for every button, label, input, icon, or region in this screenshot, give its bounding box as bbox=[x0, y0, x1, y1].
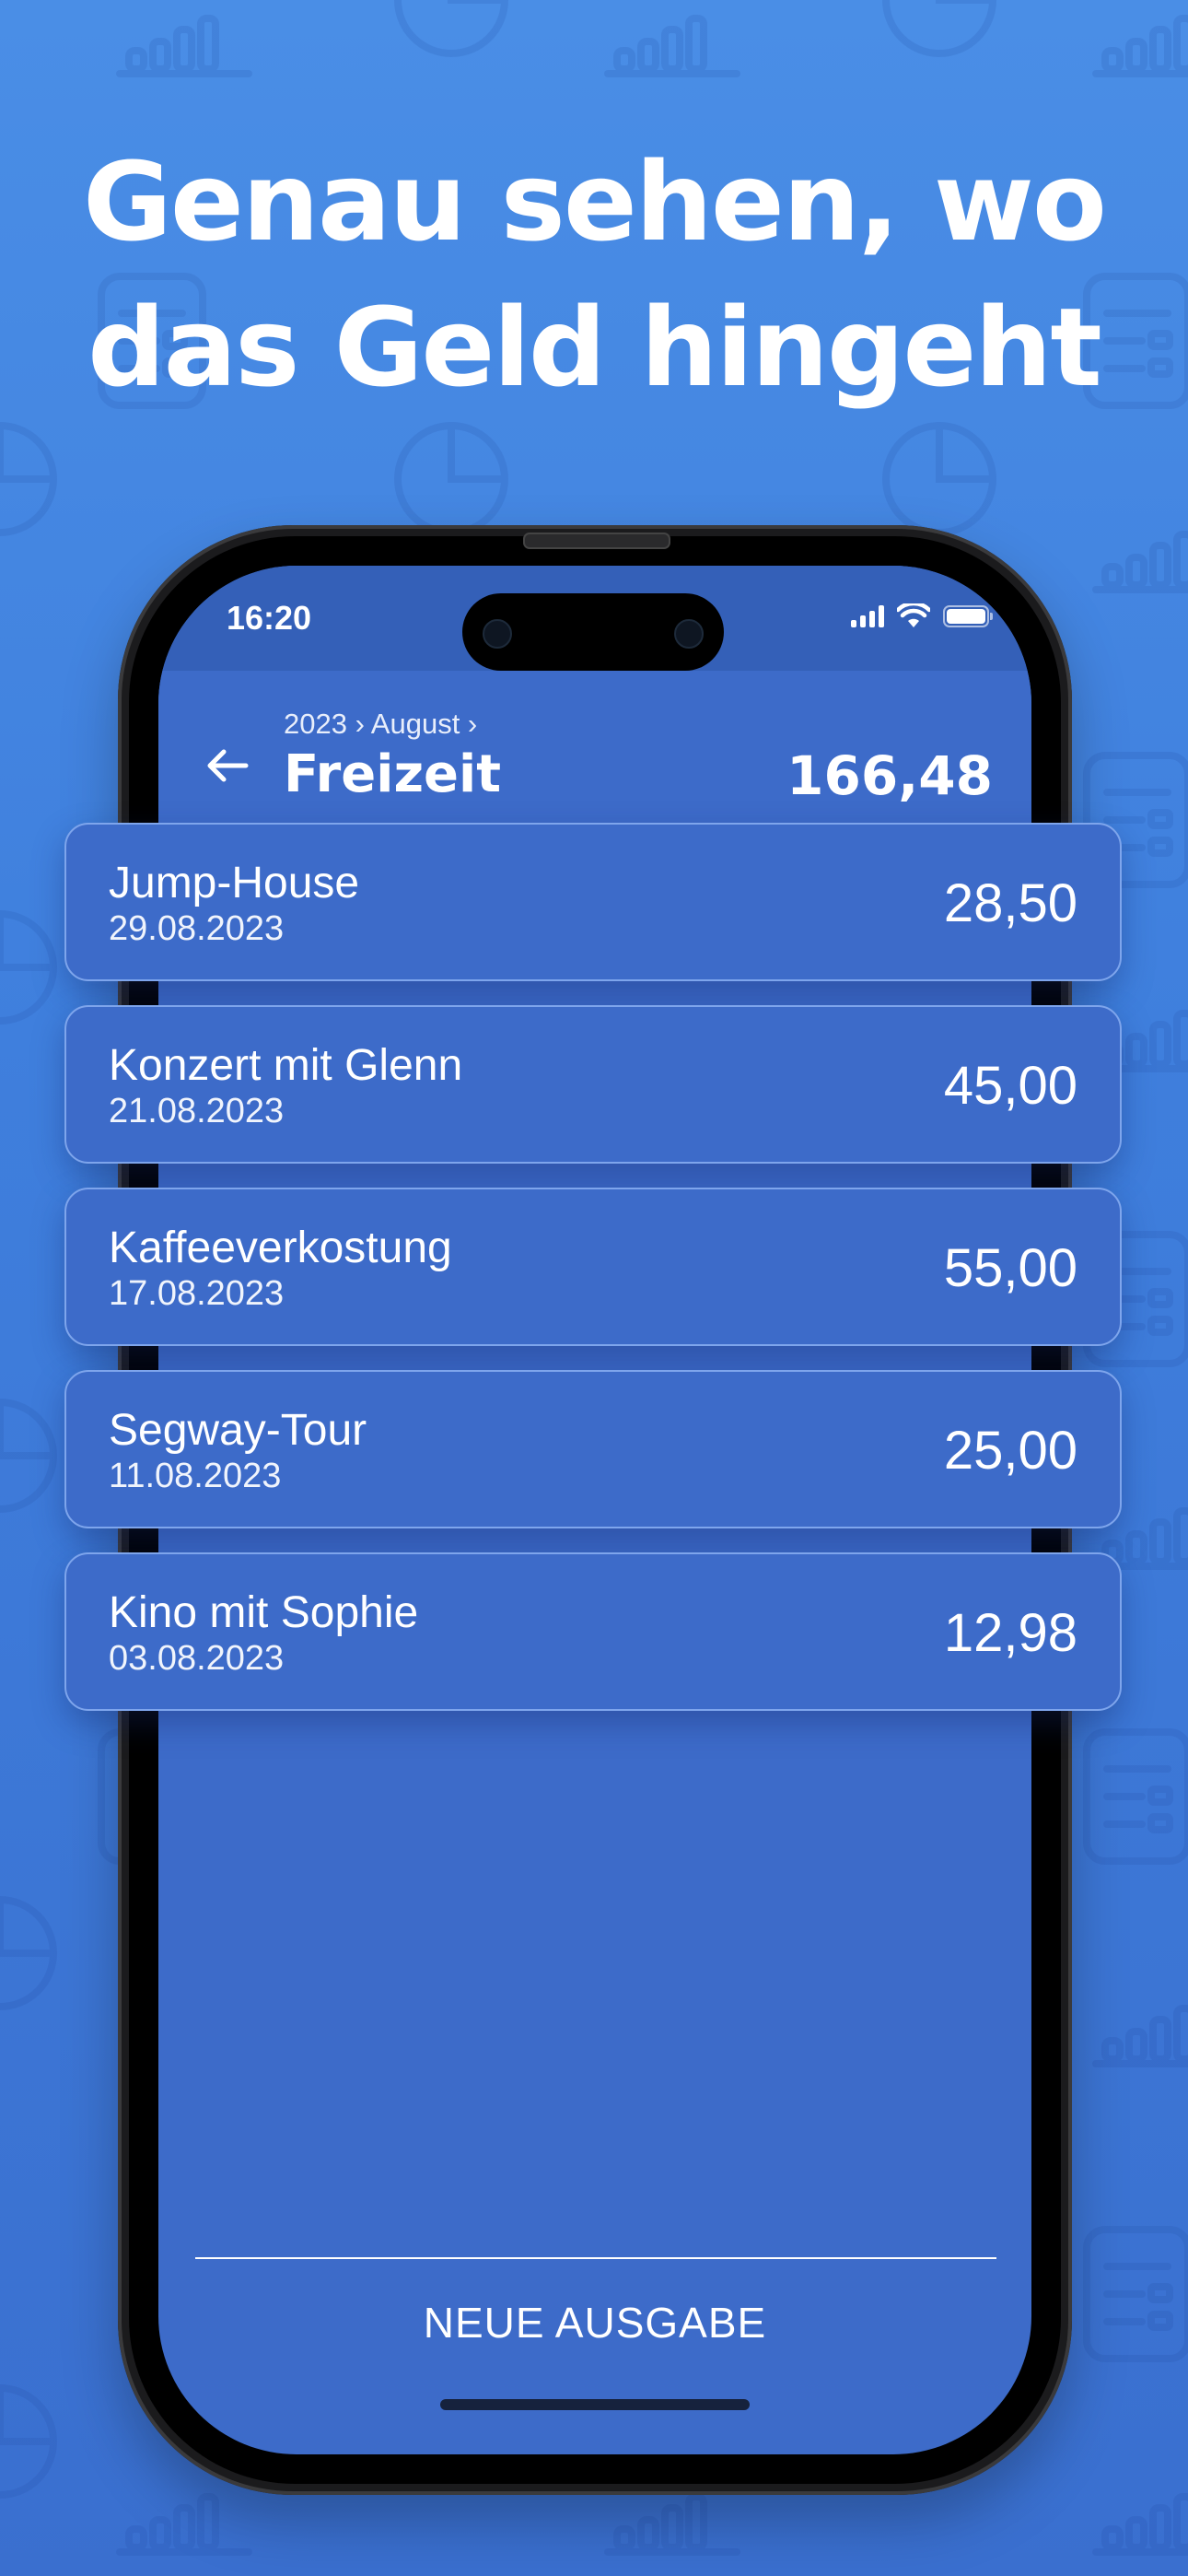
expense-date: 11.08.2023 bbox=[109, 1457, 282, 1495]
nav-header: 2023 › August › Freizeit 166,48 bbox=[158, 671, 1031, 846]
dynamic-island bbox=[462, 593, 724, 671]
expense-title: Kino mit Sophie bbox=[109, 1588, 419, 1637]
page-title: Freizeit bbox=[284, 744, 502, 804]
expense-item[interactable]: Kaffeeverkostung 17.08.2023 55,00 bbox=[64, 1188, 1122, 1346]
expense-title: Segway-Tour bbox=[109, 1406, 367, 1455]
status-icons bbox=[851, 603, 993, 630]
battery-icon bbox=[943, 605, 993, 627]
expense-item[interactable]: Jump-House 29.08.2023 28,50 bbox=[64, 823, 1122, 981]
expense-list: Jump-House 29.08.2023 28,50 Konzert mit … bbox=[64, 823, 1122, 1735]
expense-item[interactable]: Konzert mit Glenn 21.08.2023 45,00 bbox=[64, 1005, 1122, 1164]
arrow-left-icon bbox=[207, 749, 249, 782]
footer-divider bbox=[195, 2257, 996, 2259]
expense-amount: 55,00 bbox=[943, 1238, 1077, 1298]
expense-item[interactable]: Segway-Tour 11.08.2023 25,00 bbox=[64, 1370, 1122, 1528]
wifi-icon bbox=[897, 603, 930, 627]
expense-title: Konzert mit Glenn bbox=[109, 1041, 463, 1090]
expense-amount: 45,00 bbox=[943, 1056, 1077, 1116]
expense-date: 03.08.2023 bbox=[109, 1639, 285, 1678]
signal-icon bbox=[851, 605, 884, 627]
expense-date: 21.08.2023 bbox=[109, 1092, 285, 1130]
back-button[interactable] bbox=[195, 733, 260, 798]
status-time: 16:20 bbox=[227, 599, 312, 637]
new-expense-button[interactable]: NEUE AUSGABE bbox=[158, 2298, 1031, 2348]
camera-icon bbox=[674, 619, 704, 649]
expense-title: Jump-House bbox=[109, 859, 360, 907]
status-bar: 16:20 bbox=[158, 566, 1031, 671]
expense-amount: 25,00 bbox=[943, 1421, 1077, 1481]
expense-title: Kaffeeverkostung bbox=[109, 1224, 452, 1272]
headline-line-1: Genau sehen, wo bbox=[83, 138, 1107, 265]
category-total: 166,48 bbox=[786, 744, 993, 807]
home-indicator[interactable] bbox=[440, 2399, 750, 2410]
expense-item[interactable]: Kino mit Sophie 03.08.2023 12,98 bbox=[64, 1552, 1122, 1711]
headline-line-2: das Geld hingeht bbox=[87, 284, 1102, 411]
sensor-icon bbox=[483, 619, 512, 649]
expense-date: 29.08.2023 bbox=[109, 909, 285, 948]
expense-date: 17.08.2023 bbox=[109, 1274, 285, 1313]
expense-amount: 12,98 bbox=[943, 1603, 1077, 1663]
breadcrumb[interactable]: 2023 › August › bbox=[284, 708, 477, 741]
phone-speaker bbox=[523, 533, 670, 549]
headline: Genau sehen, wo das Geld hingeht bbox=[0, 129, 1188, 420]
expense-amount: 28,50 bbox=[943, 873, 1077, 933]
